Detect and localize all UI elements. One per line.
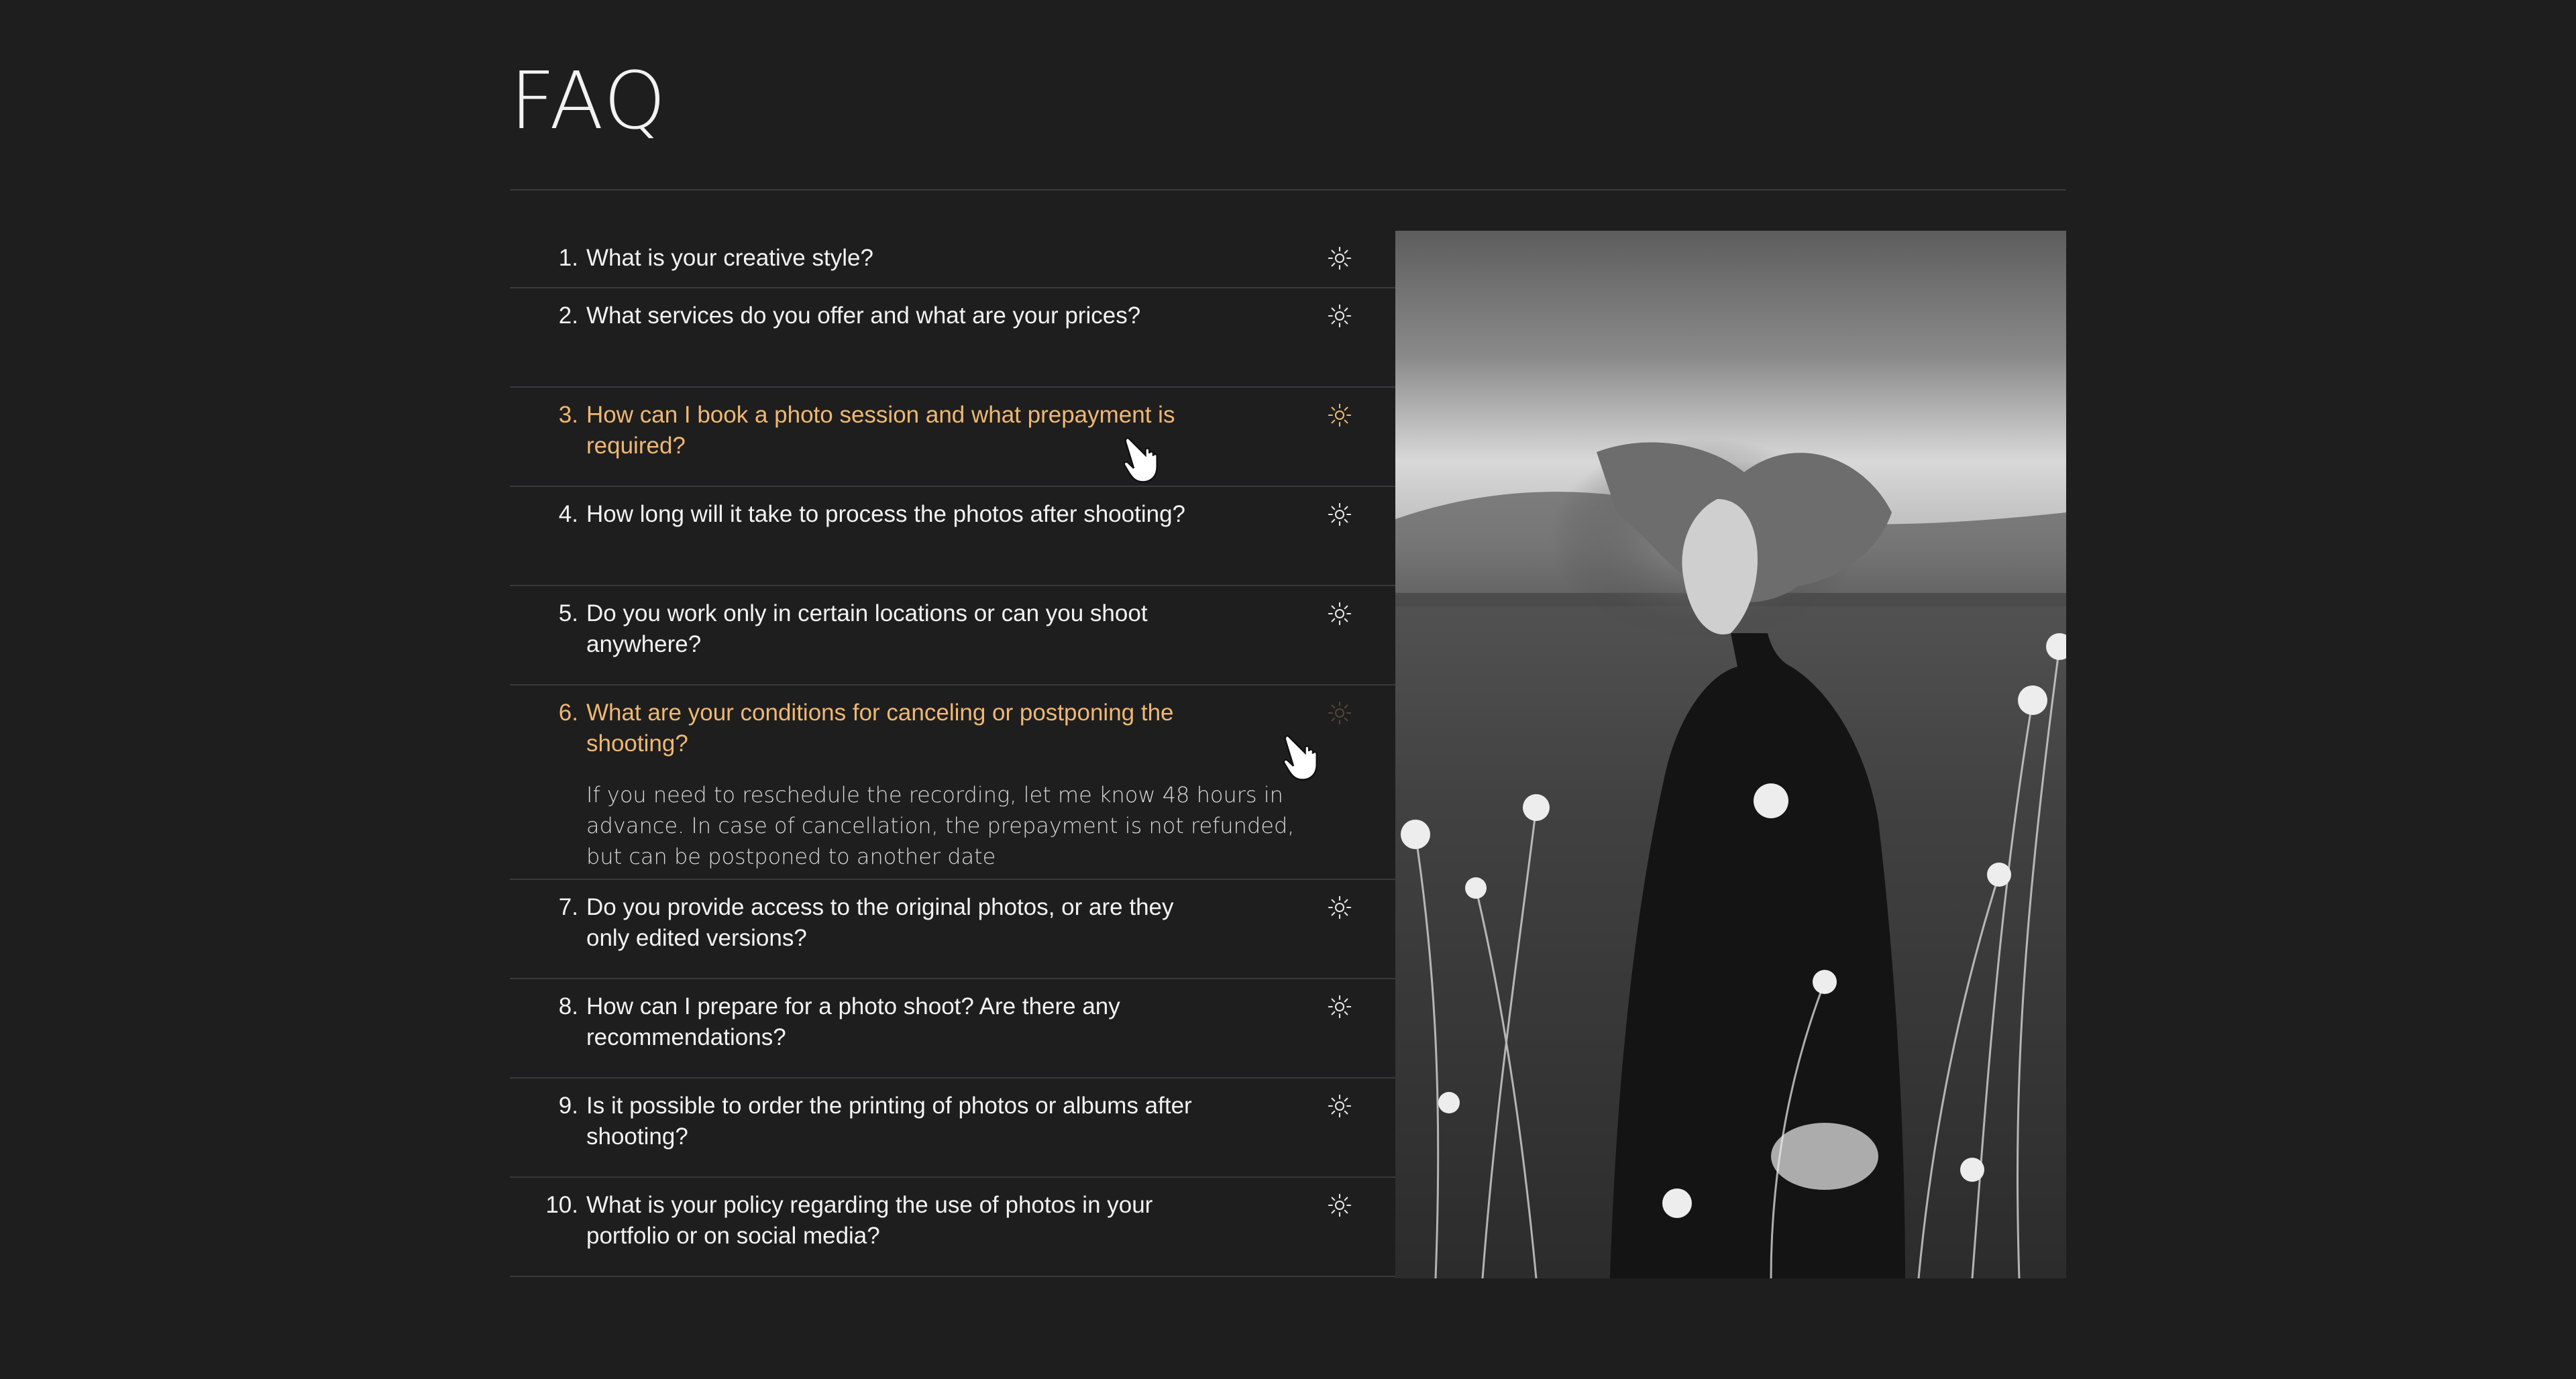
faq-number: 1. [558,245,578,271]
hero-photo [1395,231,2066,1278]
faq-item-7[interactable]: 7. Do you provide access to the original… [510,880,1395,979]
faq-question-1[interactable]: 1. What is your creative style? [510,243,1214,274]
faq-question-8[interactable]: 8. How can I prepare for a photo shoot? … [510,991,1214,1053]
faq-answer: If you need to reschedule the recording,… [586,782,1295,869]
sun-icon[interactable] [1323,696,1356,730]
faq-question-3[interactable]: 3. How can I book a photo session and wh… [510,400,1214,461]
faq-question-2[interactable]: 2. What services do you offer and what a… [510,300,1214,331]
faq-question-text: What services do you offer and what are … [586,302,1141,329]
faq-question-text: Do you work only in certain locations or… [586,600,1148,657]
faq-question-text: Do you provide access to the original ph… [586,894,1174,951]
faq-question-text: What is your creative style? [586,245,873,271]
sun-icon[interactable] [1323,1089,1356,1123]
faq-question-text: What are your conditions for canceling o… [586,700,1174,757]
faq-question-4[interactable]: 4. How long will it take to process the … [510,499,1214,530]
faq-number: 9. [558,1093,578,1119]
faq-number: 2. [558,302,578,329]
faq-question-7[interactable]: 7. Do you provide access to the original… [510,892,1214,954]
sun-icon[interactable] [1323,990,1356,1024]
faq-question-text: What is your policy regarding the use of… [586,1192,1153,1249]
faq-question-text: How can I prepare for a photo shoot? Are… [586,993,1120,1050]
sun-icon[interactable] [1323,398,1356,432]
faq-question-6[interactable]: 6. What are your conditions for cancelin… [510,698,1214,759]
faq-number: 10. [545,1192,578,1218]
faq-number: 5. [558,600,578,626]
header-divider [510,189,2066,190]
faq-question-text: How can I book a photo session and what … [586,402,1175,459]
sun-icon[interactable] [1323,241,1356,275]
faq-item-8[interactable]: 8. How can I prepare for a photo shoot? … [510,979,1395,1079]
faq-number: 6. [558,700,578,726]
sun-icon[interactable] [1323,498,1356,531]
faq-item-2[interactable]: 2. What services do you offer and what a… [510,288,1395,388]
faq-item-6[interactable]: 6. What are your conditions for cancelin… [510,685,1395,880]
faq-question-5[interactable]: 5. Do you work only in certain locations… [510,598,1214,660]
sun-icon[interactable] [1323,597,1356,630]
faq-question-text: Is it possible to order the printing of … [586,1093,1192,1150]
sun-icon[interactable] [1323,299,1356,333]
faq-item-3[interactable]: 3. How can I book a photo session and wh… [510,388,1395,487]
faq-number: 8. [558,993,578,1019]
faq-item-1[interactable]: 1. What is your creative style? [510,231,1395,288]
faq-number: 4. [558,501,578,527]
faq-question-10[interactable]: 10. What is your policy regarding the us… [510,1190,1214,1252]
faq-list: 1. What is your creative style? 2. What … [510,231,1395,1277]
sun-icon[interactable] [1323,1189,1356,1222]
faq-item-10[interactable]: 10. What is your policy regarding the us… [510,1178,1395,1277]
hand-pointer-icon [1280,731,1327,785]
faq-item-5[interactable]: 5. Do you work only in certain locations… [510,586,1395,685]
faq-item-9[interactable]: 9. Is it possible to order the printing … [510,1079,1395,1178]
faq-item-4[interactable]: 4. How long will it take to process the … [510,487,1395,586]
faq-question-text: How long will it take to process the pho… [586,501,1185,527]
sun-icon[interactable] [1323,891,1356,924]
faq-question-9[interactable]: 9. Is it possible to order the printing … [510,1091,1214,1152]
faq-number: 7. [558,894,578,920]
page-title: FAQ [510,54,667,147]
faq-number: 3. [558,402,578,428]
